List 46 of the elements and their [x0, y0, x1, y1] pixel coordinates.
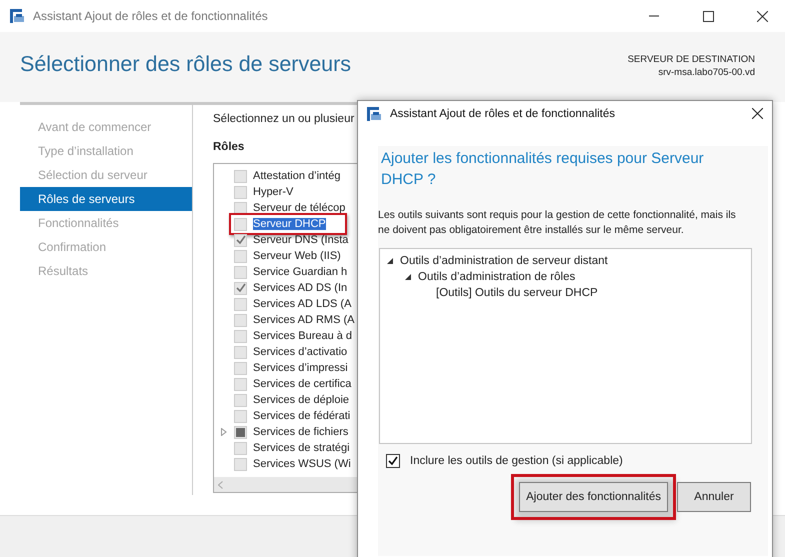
tree-item: [Outils] Outils du serveur DHCP [436, 287, 598, 299]
role-label[interactable]: Services WSUS (Wi [253, 458, 351, 470]
role-label[interactable]: Services de certifica [253, 378, 352, 390]
dialog-title: Assistant Ajout de rôles et de fonctionnalités [390, 108, 616, 120]
dialog-description: Les outils suivants sont requis pour la gestion de cette fonctionnalité, mais ils ne doivent pas obligatoirement être installés sur le même serveur. [378, 208, 737, 238]
roles-label: Rôles [213, 141, 246, 153]
expand-arrow-icon[interactable] [221, 428, 227, 436]
horizontal-scrollbar[interactable] [214, 477, 357, 492]
role-label[interactable]: Services de déploie [253, 394, 350, 406]
role-label[interactable]: Services d’impressi [253, 362, 348, 374]
maximize-icon[interactable] [702, 10, 714, 22]
app-icon [9, 8, 25, 24]
checkbox-label: Inclure les outils de gestion (si applicable) [410, 455, 623, 467]
close-icon[interactable] [752, 108, 762, 119]
role-label[interactable]: Services d’activatio [253, 346, 348, 358]
tree-item: Outils d’administration de serveur distant [400, 255, 608, 267]
tree-item: Outils d’administration de rôles [418, 271, 576, 283]
role-label[interactable]: Hyper-V [253, 186, 294, 198]
app-icon [366, 106, 382, 122]
page-title: Sélectionner des rôles de serveurs [20, 52, 352, 78]
role-label[interactable]: Services de stratégi [253, 442, 350, 454]
role-label[interactable]: Services Bureau à d [253, 330, 352, 342]
cancel-button[interactable]: Annuler [677, 482, 751, 512]
destination-label: SERVEUR DE DESTINATION [628, 54, 755, 65]
role-label[interactable]: Serveur Web (IIS) [253, 250, 341, 262]
role-label[interactable]: Serveur DHCP [253, 218, 326, 230]
expanded-triangle-icon[interactable] [386, 257, 394, 265]
role-label[interactable]: Services AD DS (In [253, 282, 348, 294]
role-label[interactable]: Services AD LDS (A [253, 298, 352, 310]
instruction-text: Sélectionnez un ou plusieur [213, 113, 356, 125]
role-label[interactable]: Serveur de télécop [253, 202, 346, 214]
window-title: Assistant Ajout de rôles et de fonctionnalités [33, 9, 269, 23]
role-label[interactable]: Attestation d’intég [253, 170, 340, 182]
checkbox[interactable] [386, 454, 400, 468]
scroll-left-icon[interactable] [218, 480, 223, 488]
role-label[interactable]: Serveur DNS (Insta [253, 234, 348, 246]
expanded-triangle-icon[interactable] [404, 273, 412, 281]
close-icon[interactable] [756, 10, 768, 22]
role-label[interactable]: Services AD RMS (A [253, 314, 354, 326]
role-label[interactable]: Service Guardian h [253, 266, 348, 278]
role-label[interactable]: Services de fédérati [253, 410, 350, 422]
sidebar-item[interactable]: Rôles de serveurs [20, 187, 192, 211]
destination-server: srv-msa.labo705-00.vd [658, 67, 755, 78]
add-features-button[interactable]: Ajouter des fonctionnalités [519, 482, 668, 512]
role-label[interactable]: Services de fichiers [253, 426, 348, 438]
dialog-heading: Ajouter les fonctionnalités requises pour Serveur DHCP ? [381, 149, 705, 190]
